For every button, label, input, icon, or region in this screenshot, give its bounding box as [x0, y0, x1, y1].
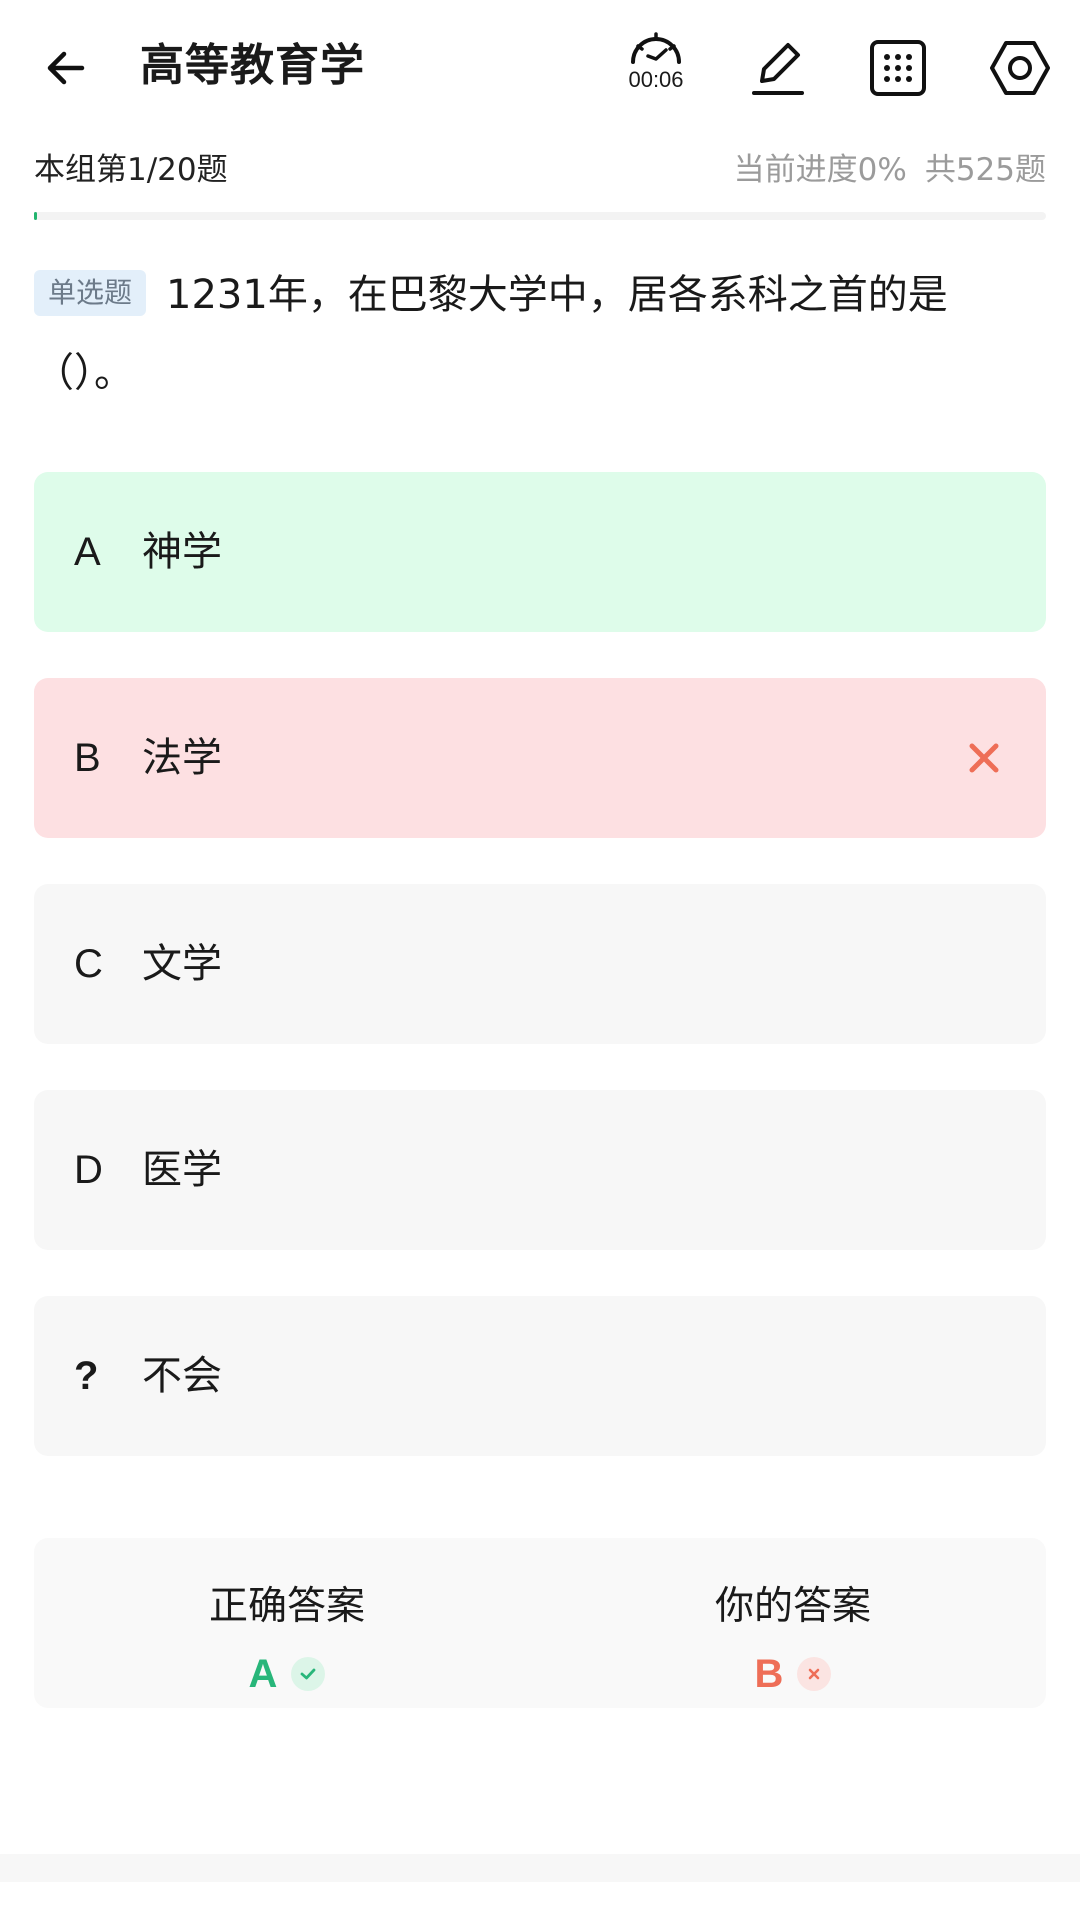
progress-info: 本组第1/20题 当前进度0% 共525题 — [34, 148, 1046, 192]
option-text: 不会 — [142, 1353, 222, 1399]
option-letter: ? — [74, 1354, 99, 1398]
option-text: 医学 — [142, 1147, 222, 1193]
option-text: 法学 — [142, 735, 222, 781]
option-text: 文学 — [142, 941, 222, 987]
option-letter: B — [74, 736, 101, 780]
question: 单选题 1231年，在巴黎大学中，居各系科之首的是（）。 — [34, 256, 1034, 412]
option-d[interactable]: D 医学 — [34, 1090, 1046, 1250]
option-text: 神学 — [142, 529, 222, 575]
back-arrow-icon — [47, 51, 85, 85]
timer-text: 00:06 — [628, 67, 684, 92]
answer-summary: 正确答案 A 你的答案 B — [34, 1538, 1046, 1708]
option-a[interactable]: A 神学 — [34, 472, 1046, 632]
your-answer-value: B — [754, 1651, 784, 1696]
bottom-bar — [0, 1854, 1080, 1882]
settings-gear-icon — [990, 41, 1050, 95]
correct-answer-label: 正确答案 — [208, 1584, 365, 1629]
question-text: 1231年，在巴黎大学中，居各系科之首的是（）。 — [34, 272, 948, 396]
progress-bar-fill — [34, 212, 37, 220]
correct-answer-section: 正确答案 A — [34, 1538, 540, 1708]
overall-percent: 当前进度0% — [733, 152, 907, 188]
stopwatch-icon — [631, 32, 681, 64]
option-c[interactable]: C 文学 — [34, 884, 1046, 1044]
cross-icon — [797, 1657, 832, 1691]
answer-card-grid-icon — [870, 40, 926, 96]
edit-pencil-icon — [752, 43, 804, 95]
option-letter: C — [74, 942, 103, 986]
answer-card-button[interactable] — [862, 32, 934, 104]
check-icon — [291, 1657, 326, 1691]
question-type-badge: 单选题 — [34, 270, 147, 316]
timer[interactable]: 00:06 — [618, 26, 694, 106]
group-progress: 本组第1/20题 — [34, 152, 228, 188]
option-letter: D — [74, 1148, 103, 1192]
your-answer-section: 你的答案 B — [540, 1538, 1046, 1708]
progress-bar — [34, 212, 1046, 220]
your-answer-label: 你的答案 — [714, 1584, 871, 1629]
correct-answer-value: A — [248, 1651, 278, 1696]
page-title: 高等教育学 — [140, 40, 365, 91]
option-dont-know[interactable]: ? 不会 — [34, 1296, 1046, 1456]
overall-progress: 当前进度0% 共525题 — [734, 148, 1046, 192]
total-count: 共525题 — [924, 152, 1046, 188]
option-b[interactable]: B 法学 — [34, 678, 1046, 838]
top-bar: 高等教育学 00:06 — [0, 0, 1080, 134]
settings-button[interactable] — [984, 32, 1056, 104]
option-letter: A — [74, 530, 101, 574]
edit-button[interactable] — [742, 32, 814, 104]
wrong-x-icon — [969, 743, 999, 773]
back-button[interactable] — [30, 32, 102, 104]
